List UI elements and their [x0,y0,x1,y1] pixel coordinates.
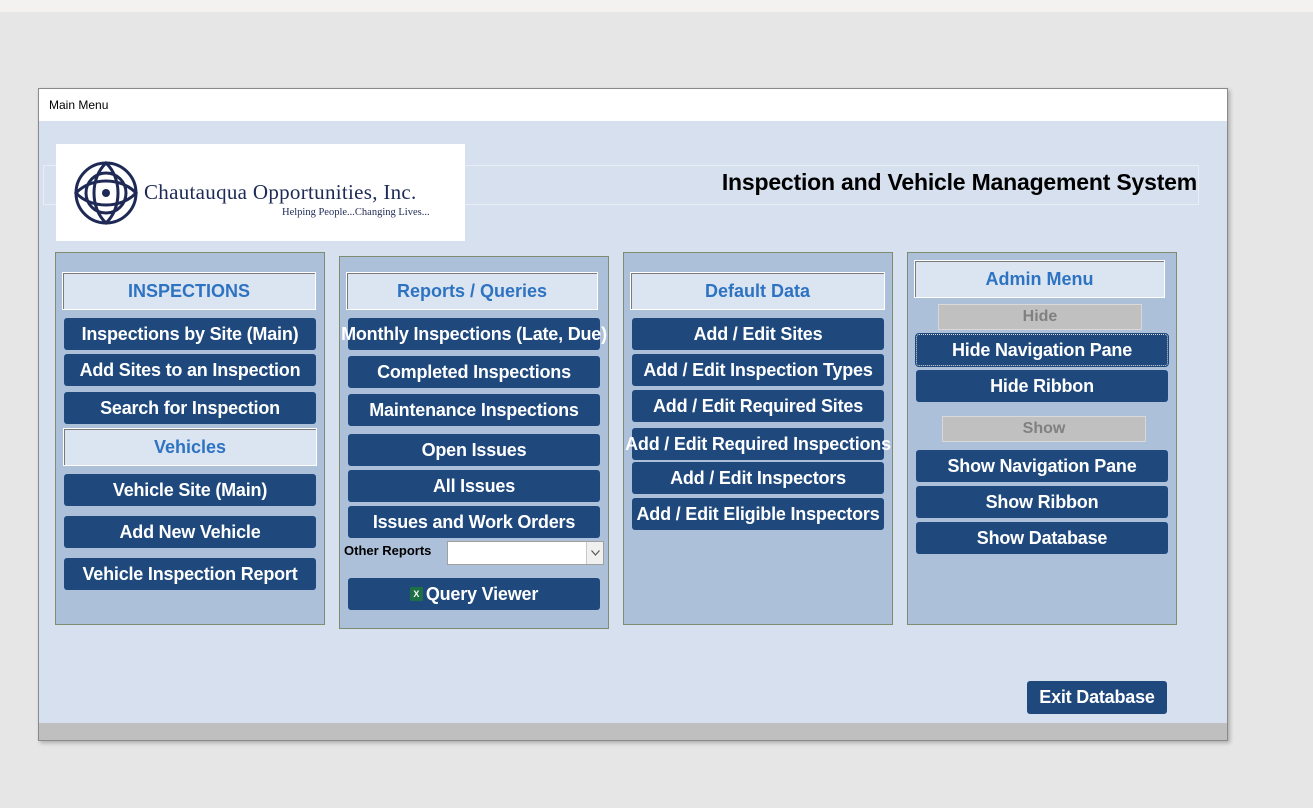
company-logo: Chautauqua Opportunities, Inc. Helping P… [56,144,465,241]
window-title: Main Menu [39,89,1227,121]
main-menu-window: Main Menu Chautauqua Opportunities, Inc.… [38,88,1228,741]
exit-database-button[interactable]: Exit Database [1027,681,1167,714]
admin-menu-heading: Admin Menu [914,260,1165,298]
other-reports-combo[interactable] [447,541,604,565]
add-edit-required-inspections-button[interactable]: Add / Edit Required Inspections [625,428,891,460]
add-new-vehicle-button[interactable]: Add New Vehicle [64,516,316,548]
add-edit-eligible-inspectors-button[interactable]: Add / Edit Eligible Inspectors [632,498,884,530]
open-issues-button[interactable]: Open Issues [348,434,600,466]
top-strip [0,0,1313,12]
vehicle-inspection-report-button[interactable]: Vehicle Inspection Report [64,558,316,590]
issues-and-work-orders-button[interactable]: Issues and Work Orders [348,506,600,538]
monthly-inspections-button[interactable]: Monthly Inspections (Late, Due) [341,318,607,350]
hide-navigation-pane-button[interactable]: Hide Navigation Pane [915,333,1169,367]
company-name: Chautauqua Opportunities, Inc. [144,180,417,204]
hide-ribbon-button[interactable]: Hide Ribbon [916,370,1168,402]
search-for-inspection-button[interactable]: Search for Inspection [64,392,316,424]
reports-heading: Reports / Queries [346,272,598,310]
company-tagline: Helping People...Changing Lives... [282,207,430,218]
maintenance-inspections-button[interactable]: Maintenance Inspections [348,394,600,426]
query-viewer-button[interactable]: X Query Viewer [348,578,600,610]
admin-panel: Admin Menu Hide Hide Navigation Pane Hid… [907,252,1177,625]
all-issues-button[interactable]: All Issues [348,470,600,502]
query-viewer-label: Query Viewer [425,583,539,604]
excel-icon: X [409,587,423,601]
show-navigation-pane-button[interactable]: Show Navigation Pane [916,450,1168,482]
app-title: Inspection and Vehicle Management System [721,169,1197,195]
completed-inspections-button[interactable]: Completed Inspections [348,356,600,388]
knot-logo-icon [73,160,139,226]
default-data-panel: Default Data Add / Edit Sites Add / Edit… [623,252,893,625]
inspections-heading: INSPECTIONS [62,272,316,310]
show-database-button[interactable]: Show Database [916,522,1168,554]
add-edit-inspectors-button[interactable]: Add / Edit Inspectors [632,462,884,494]
inspections-by-site-button[interactable]: Inspections by Site (Main) [64,318,316,350]
bottom-bar [39,723,1227,740]
other-reports-label: Other Reports [344,543,432,558]
show-ribbon-button[interactable]: Show Ribbon [916,486,1168,518]
add-edit-inspection-types-button[interactable]: Add / Edit Inspection Types [632,354,884,386]
default-data-heading: Default Data [630,272,885,310]
hide-label-button: Hide [938,304,1142,330]
chevron-down-icon[interactable] [586,542,603,564]
vehicles-heading: Vehicles [63,428,317,466]
inspections-panel: INSPECTIONS Inspections by Site (Main) A… [55,252,325,625]
show-label-button: Show [942,416,1146,442]
vehicle-site-button[interactable]: Vehicle Site (Main) [64,474,316,506]
add-edit-sites-button[interactable]: Add / Edit Sites [632,318,884,350]
reports-panel: Reports / Queries Monthly Inspections (L… [339,256,609,629]
add-edit-required-sites-button[interactable]: Add / Edit Required Sites [632,390,884,422]
add-sites-to-inspection-button[interactable]: Add Sites to an Inspection [64,354,316,386]
